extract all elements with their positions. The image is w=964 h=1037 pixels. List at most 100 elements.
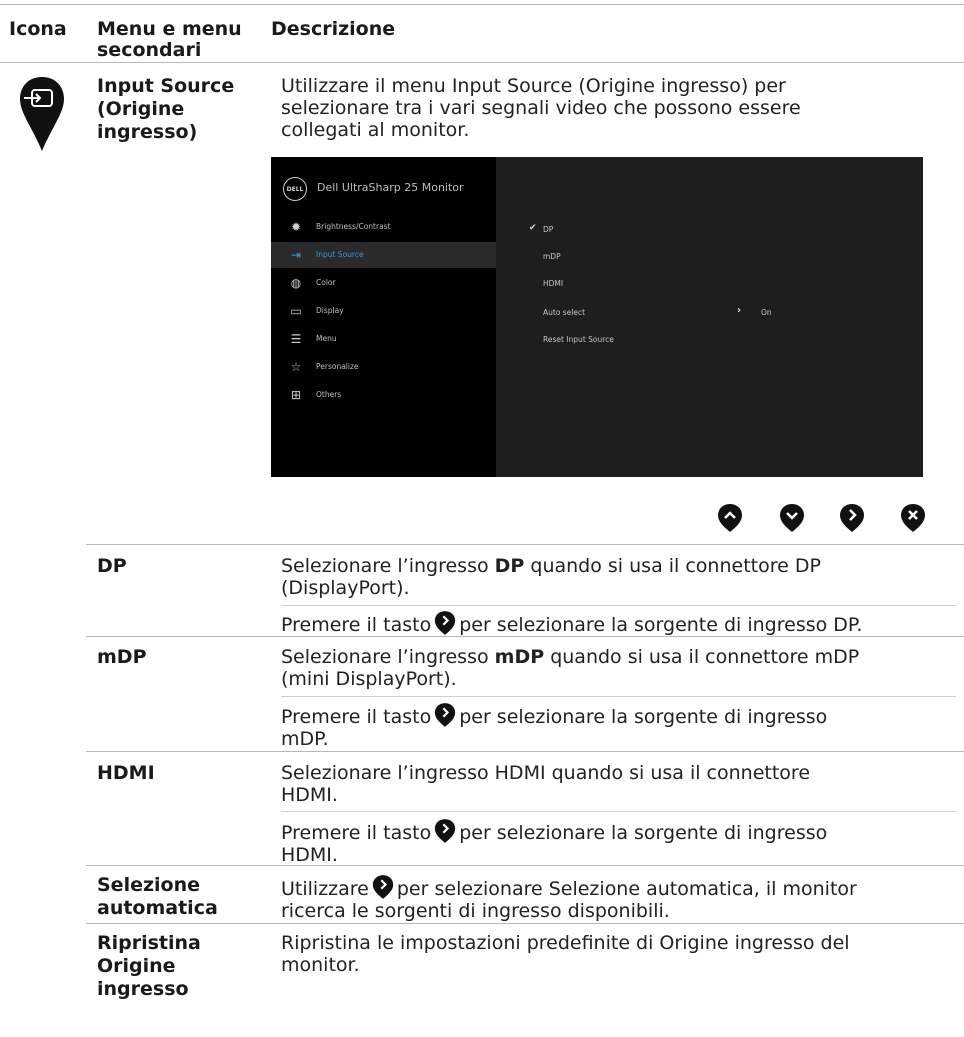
osd-option-reset[interactable]: Reset Input Source (543, 335, 614, 344)
auto-desc-line2: ricerca le sorgenti di ingresso disponib… (281, 900, 670, 922)
header-desc-col: Descrizione (271, 18, 396, 40)
reset-desc-line2: monitor. (281, 954, 360, 976)
check-icon: ✔ (529, 223, 537, 233)
hdmi-press-line2: HDMI. (281, 844, 338, 866)
dp-press-post: per selezionare la sorgente di ingresso … (459, 614, 863, 636)
header-menu-col-line1: Menu e menu (97, 18, 242, 40)
osd-menu-label: Others (316, 390, 342, 399)
auto-desc-pre: Utilizzare (281, 878, 369, 900)
auto-name-line2: automatica (97, 897, 218, 919)
dell-logo: DELL (283, 177, 307, 201)
osd-title: Dell UltraSharp 25 Monitor (317, 181, 464, 194)
input-source-desc-line3: collegati al monitor. (281, 119, 470, 141)
hdmi-desc-line2: HDMI. (281, 784, 338, 806)
osd-menu-others[interactable]: ⊞ Others (271, 382, 496, 408)
dp-desc-bold: DP (494, 555, 525, 577)
osd-option-auto-select[interactable]: Auto select (543, 308, 585, 317)
mdp-name: mDP (97, 646, 147, 668)
hdmi-name: HDMI (97, 762, 155, 784)
mdp-desc-pre: Selezionare l’ingresso (281, 646, 495, 668)
input-source-icon (20, 77, 64, 151)
osd-option-hdmi[interactable]: HDMI (543, 279, 563, 288)
osd-menu-personalize[interactable]: ☆ Personalize (271, 354, 496, 380)
down-icon (780, 504, 804, 532)
osd-menu-display[interactable]: ▭ Display (271, 298, 496, 324)
osd-option-dp[interactable]: DP (543, 225, 553, 234)
reset-name-line1: Ripristina (97, 932, 201, 954)
right-icon (435, 703, 456, 727)
mdp-desc-line1: Selezionare l’ingresso mDP quando si usa… (281, 646, 859, 668)
dp-desc-pre: Selezionare l’ingresso (281, 555, 495, 577)
osd-option-mdp[interactable]: mDP (543, 252, 561, 261)
header-rule (0, 62, 964, 63)
osd-menu-label: Brightness/Contrast (316, 222, 391, 231)
dp-desc-line1: Selezionare l’ingresso DP quando si usa … (281, 555, 821, 577)
mdp-press: Premere il tasto per selezionare la sorge… (281, 702, 827, 750)
input-icon: ⇥ (290, 248, 302, 262)
hdmi-press-pre: Premere il tasto (281, 822, 432, 844)
hdmi-desc-line1: Selezionare l’ingresso HDMI quando si us… (281, 762, 811, 784)
menu-icon: ☰ (290, 332, 302, 346)
osd-left-panel: DELL Dell UltraSharp 25 Monitor ✹ Bright… (271, 157, 496, 477)
auto-desc: Utilizzare per selezionare Selezione auto… (281, 874, 857, 922)
dp-desc: Selezionare l’ingresso DP quando si usa … (281, 555, 821, 599)
sun-icon: ✹ (290, 220, 302, 234)
palette-icon: ◍ (290, 276, 302, 290)
mdp-press-line2: mDP. (281, 728, 329, 750)
input-source-desc-line2: selezionare tra i vari segnali video che… (281, 97, 801, 119)
input-source-desc: Utilizzare il menu Input Source (Origine… (281, 75, 801, 141)
top-rule (0, 4, 964, 5)
input-source-desc-line1: Utilizzare il menu Input Source (Origine… (281, 75, 786, 97)
auto-desc-post: per selezionare Selezione automatica, il… (396, 878, 857, 900)
mdp-desc-bold: mDP (494, 646, 545, 668)
osd-menu-label: Input Source (316, 250, 364, 259)
input-source-name-line2: (Origine (97, 98, 185, 120)
auto-desc-line1: Utilizzare per selezionare Selezione auto… (281, 874, 857, 900)
hdmi-desc: Selezionare l’ingresso HDMI quando si us… (281, 762, 810, 806)
osd-menu-input-source[interactable]: ⇥ Input Source (271, 242, 496, 268)
osd-menu-label: Personalize (316, 362, 359, 371)
dp-press: Premere il tasto per selezionare la sorge… (281, 610, 862, 636)
osd-menu-label: Color (316, 278, 336, 287)
mdp-press-pre: Premere il tasto (281, 706, 432, 728)
star-icon: ☆ (290, 360, 302, 374)
row-rule (86, 751, 964, 752)
close-icon (901, 504, 925, 532)
row-rule (86, 544, 964, 545)
reset-name: Ripristina Origine ingresso (97, 932, 201, 1001)
mdp-press-line1: Premere il tasto per selezionare la sorge… (281, 702, 827, 728)
osd-menu-menu[interactable]: ☰ Menu (271, 326, 496, 352)
right-icon (840, 504, 864, 532)
up-icon (718, 504, 742, 532)
dp-desc-line2: (DisplayPort). (281, 577, 410, 599)
header-menu-col-line2: secondari (97, 39, 202, 61)
dp-press-pre: Premere il tasto (281, 614, 432, 636)
mdp-desc-post: quando si usa il connettore mDP (544, 646, 860, 668)
chevron-right-icon: › (737, 305, 742, 316)
osd-menu-brightness[interactable]: ✹ Brightness/Contrast (271, 214, 496, 240)
header-icon-col: Icona (9, 18, 67, 40)
dp-desc-post: quando si usa il connettore DP (524, 555, 821, 577)
others-icon: ⊞ (290, 388, 302, 402)
mdp-desc: Selezionare l’ingresso mDP quando si usa… (281, 646, 859, 690)
auto-name: Selezione automatica (97, 874, 218, 920)
sub-rule (281, 605, 956, 606)
right-icon (372, 875, 394, 899)
osd-screenshot: DELL Dell UltraSharp 25 Monitor ✹ Bright… (271, 157, 923, 477)
hdmi-press: Premere il tasto per selezionare la sorge… (281, 818, 827, 866)
input-source-name: Input Source (Origine ingresso) (97, 75, 234, 144)
auto-name-line1: Selezione (97, 874, 201, 896)
reset-name-line2: Origine (97, 955, 176, 977)
input-source-name-line3: ingresso) (97, 121, 198, 143)
right-icon (435, 611, 456, 635)
row-rule (86, 865, 964, 866)
osd-menu-label: Menu (316, 334, 337, 343)
row-rule (86, 636, 964, 637)
sub-rule (281, 811, 956, 812)
osd-menu-color[interactable]: ◍ Color (271, 270, 496, 296)
reset-desc-line1: Ripristina le impostazioni predefinite d… (281, 932, 850, 954)
reset-desc: Ripristina le impostazioni predefinite d… (281, 932, 850, 976)
osd-auto-select-value: On (761, 308, 772, 317)
mdp-desc-line2: (mini DisplayPort). (281, 668, 457, 690)
hdmi-press-post: per selezionare la sorgente di ingresso (459, 822, 828, 844)
